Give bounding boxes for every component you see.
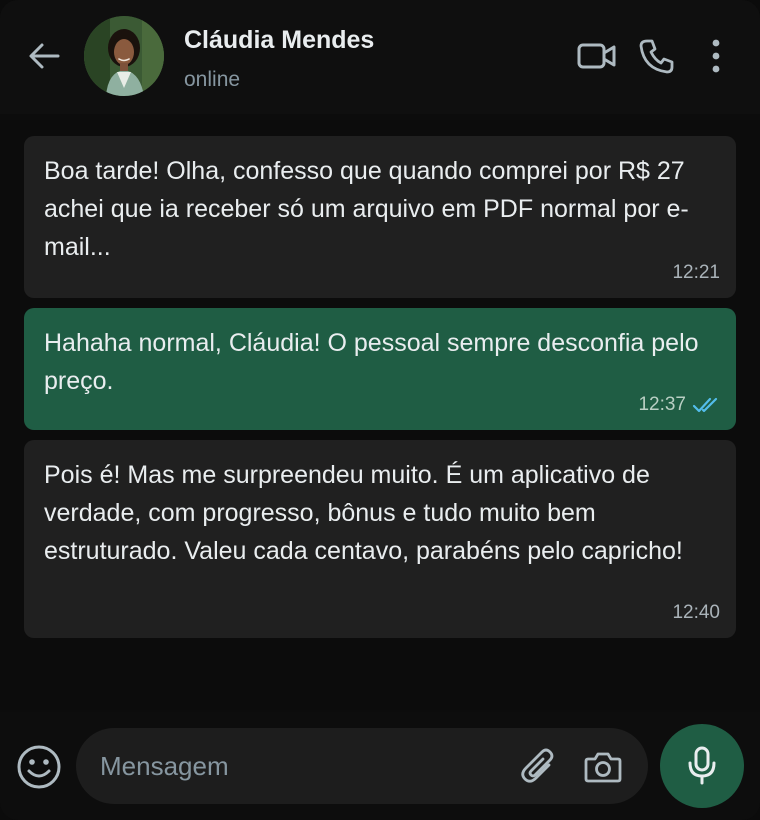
message-text: Boa tarde! Olha, confesso que quando com… <box>44 157 689 261</box>
contact-status: online <box>184 68 241 91</box>
voice-record-button[interactable] <box>660 724 744 808</box>
message-text: Pois é! Mas me surpreendeu muito. É um a… <box>44 461 683 565</box>
message-text: Hahaha normal, Cláudia! O pessoal sempre… <box>44 329 699 395</box>
message-input[interactable]: Mensagem <box>76 728 648 804</box>
back-button[interactable] <box>26 40 62 72</box>
emoji-icon <box>17 745 61 789</box>
arrow-left-icon <box>29 43 60 69</box>
contact-name[interactable]: Cláudia Mendes <box>184 26 374 55</box>
message-input-placeholder: Mensagem <box>100 751 229 781</box>
voice-call-button[interactable] <box>636 36 676 76</box>
video-call-icon <box>577 43 616 69</box>
message-bubble-incoming[interactable]: Boa tarde! Olha, confesso que quando com… <box>24 136 736 298</box>
message-meta: 12:37 <box>638 394 720 416</box>
camera-icon <box>584 752 622 783</box>
message-list[interactable]: Boa tarde! Olha, confesso que quando com… <box>0 114 760 712</box>
message-bubble-incoming[interactable]: Pois é! Mas me surpreendeu muito. É um a… <box>24 440 736 638</box>
message-time: 12:37 <box>638 394 686 415</box>
phone-icon <box>639 39 674 74</box>
message-meta: 12:21 <box>672 262 720 284</box>
contact-photo <box>84 16 164 96</box>
message-time: 12:21 <box>672 262 720 283</box>
attach-button[interactable] <box>518 746 560 788</box>
message-meta: 12:40 <box>672 602 720 624</box>
emoji-button[interactable] <box>16 744 62 790</box>
more-vertical-icon <box>712 39 720 73</box>
paperclip-icon <box>521 748 554 783</box>
composer-bar: Mensagem <box>0 712 760 820</box>
message-bubble-outgoing[interactable]: Hahaha normal, Cláudia! O pessoal sempre… <box>24 308 736 430</box>
double-check-read-icon <box>692 397 718 413</box>
chat-window: Cláudia Mendes online Boa tarde! Olha, c… <box>0 0 760 820</box>
avatar[interactable] <box>84 16 164 96</box>
microphone-icon <box>688 746 716 785</box>
message-time: 12:40 <box>672 602 720 623</box>
chat-header: Cláudia Mendes online <box>0 0 760 114</box>
camera-button[interactable] <box>582 746 624 788</box>
more-options-button[interactable] <box>702 36 730 76</box>
video-call-button[interactable] <box>576 36 618 76</box>
